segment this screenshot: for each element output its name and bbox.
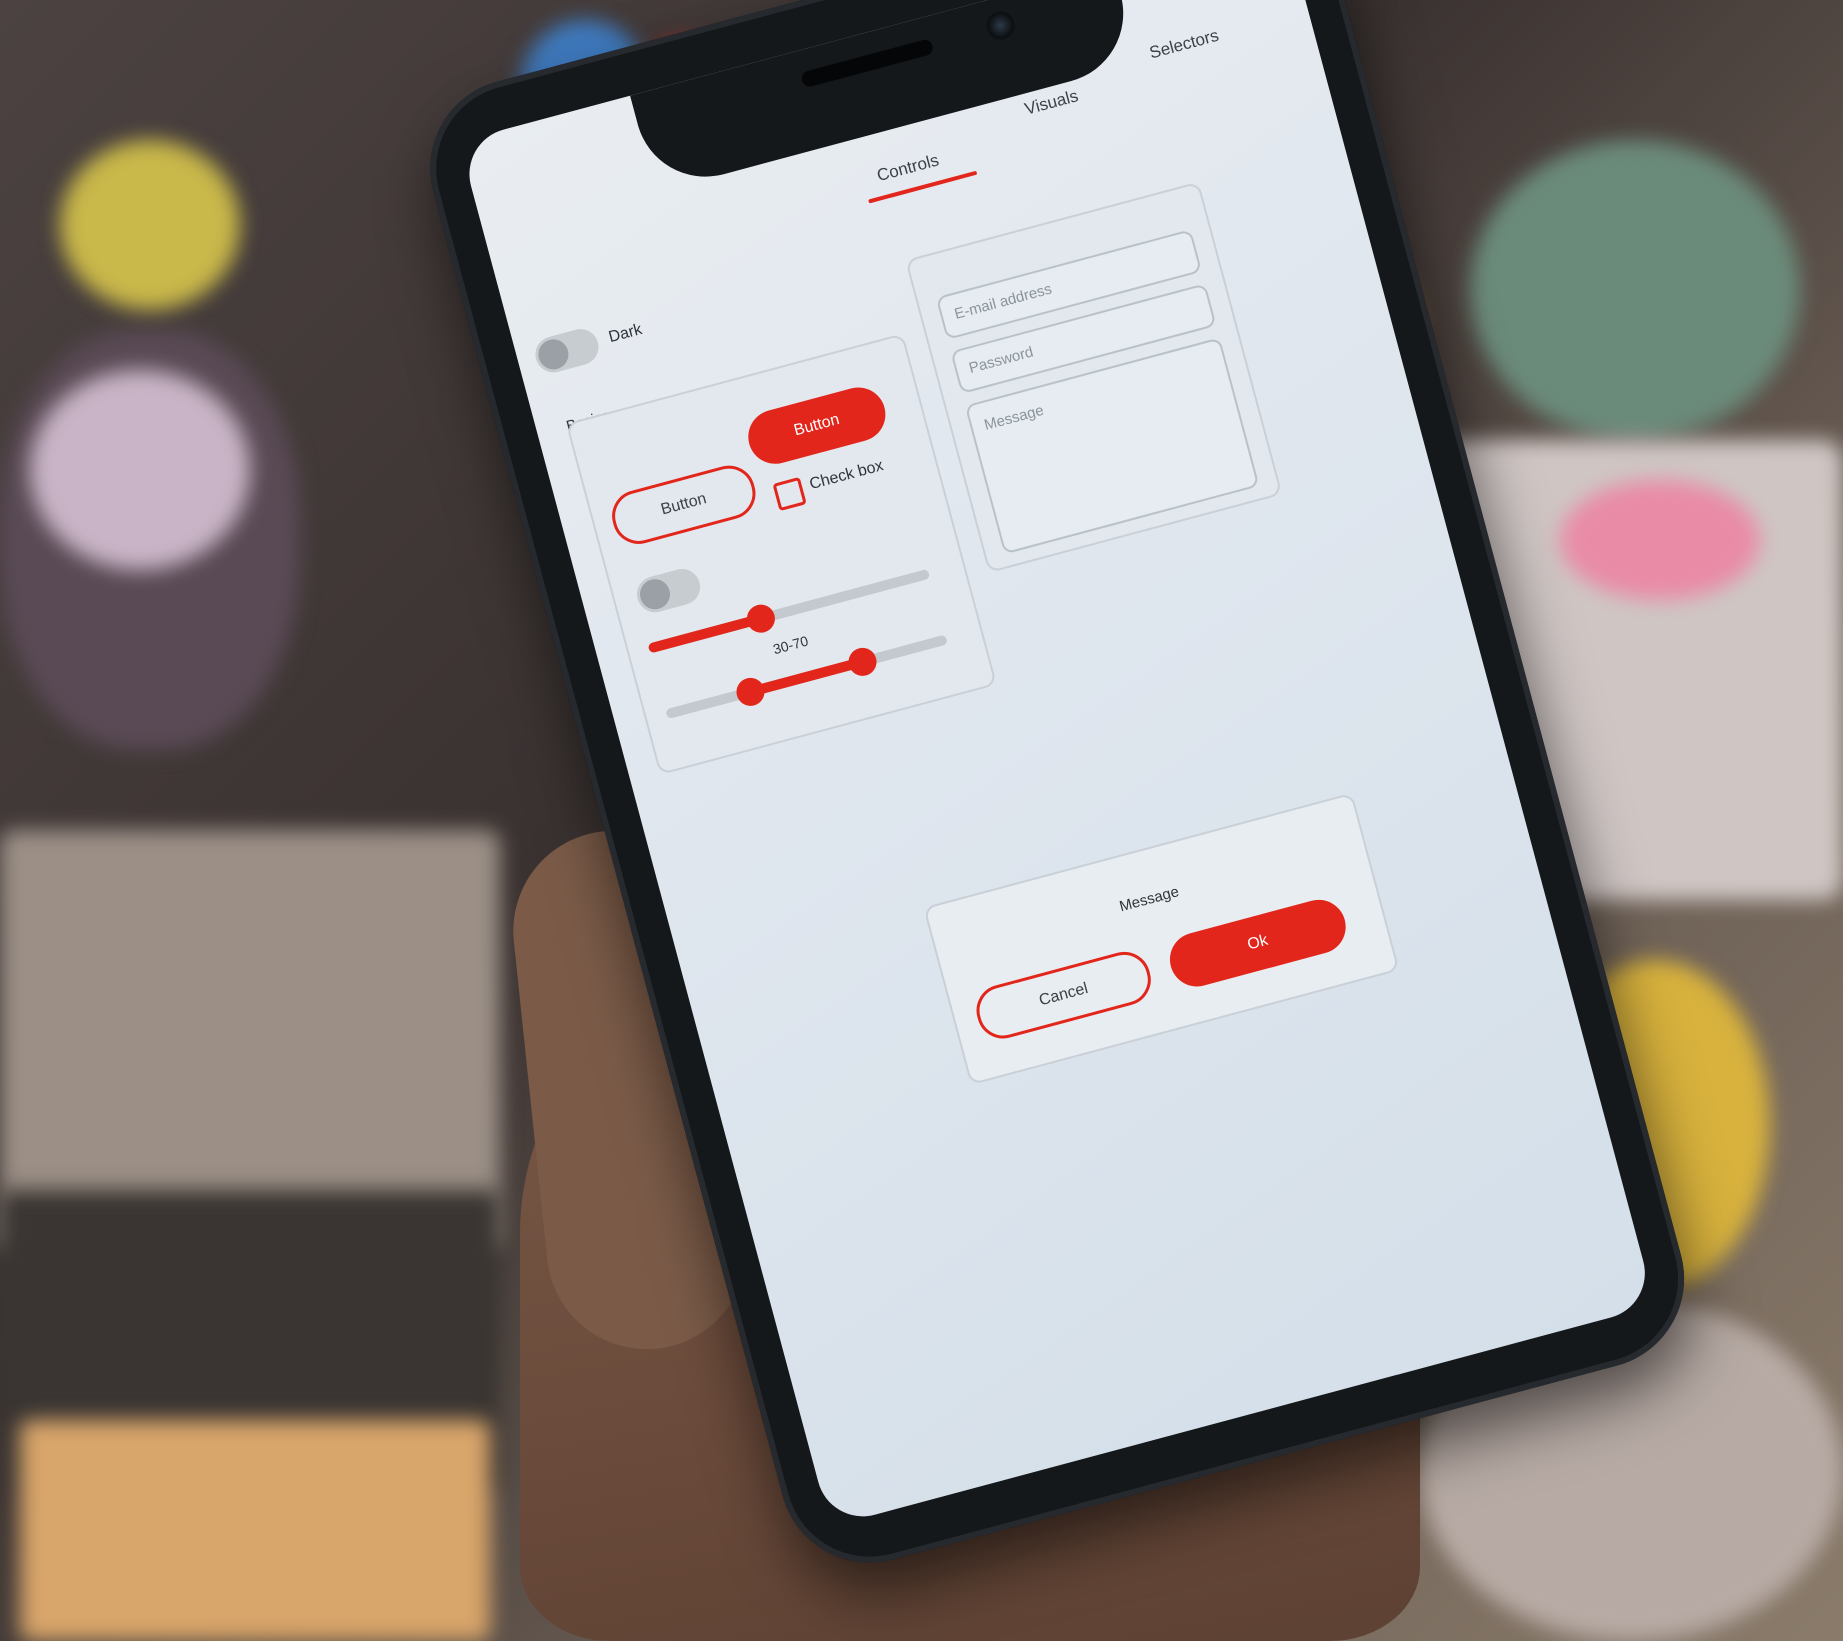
dark-mode-label: Dark (606, 320, 644, 347)
outline-button[interactable]: Button (606, 459, 762, 550)
switch-knob (636, 575, 674, 613)
text-input-card: E-mail address Password Message (905, 181, 1283, 574)
range-slider-high-thumb[interactable] (845, 644, 880, 679)
ok-button[interactable]: Ok (1163, 893, 1352, 993)
tab-controls[interactable]: Controls (875, 150, 941, 186)
range-slider-label: 30-70 (771, 632, 810, 658)
dark-mode-toggle[interactable] (531, 325, 603, 377)
background-plush-face (30, 370, 250, 570)
filled-button[interactable]: Button (742, 381, 892, 470)
password-placeholder: Password (967, 343, 1036, 377)
basics-switch[interactable] (632, 564, 705, 617)
background-yellow-plush (60, 140, 240, 310)
dialog-message: Message (1117, 883, 1181, 916)
value-slider-fill (647, 613, 763, 654)
email-placeholder: E-mail address (952, 280, 1054, 323)
range-slider-low-thumb[interactable] (733, 674, 768, 710)
range-slider-fill (749, 657, 864, 697)
value-slider-thumb[interactable] (743, 601, 779, 636)
background-cardboard-box (20, 1420, 490, 1641)
toggle-knob (535, 336, 572, 373)
message-placeholder: Message (982, 401, 1046, 434)
background-pink-toy (1560, 480, 1760, 600)
background-round-plush (1470, 140, 1800, 440)
cancel-button[interactable]: Cancel (970, 946, 1157, 1045)
background-boxes (0, 830, 500, 1250)
checkbox-label: Check box (807, 457, 886, 494)
basics-card: Button Button Check box 30-70 (565, 333, 998, 776)
checkbox[interactable] (772, 476, 807, 512)
photo-scene: Controls Visuals Selectors Dark Basics B… (0, 0, 1843, 1641)
tab-selectors[interactable]: Selectors (1147, 26, 1221, 64)
message-dialog: Message Cancel Ok (923, 792, 1400, 1086)
